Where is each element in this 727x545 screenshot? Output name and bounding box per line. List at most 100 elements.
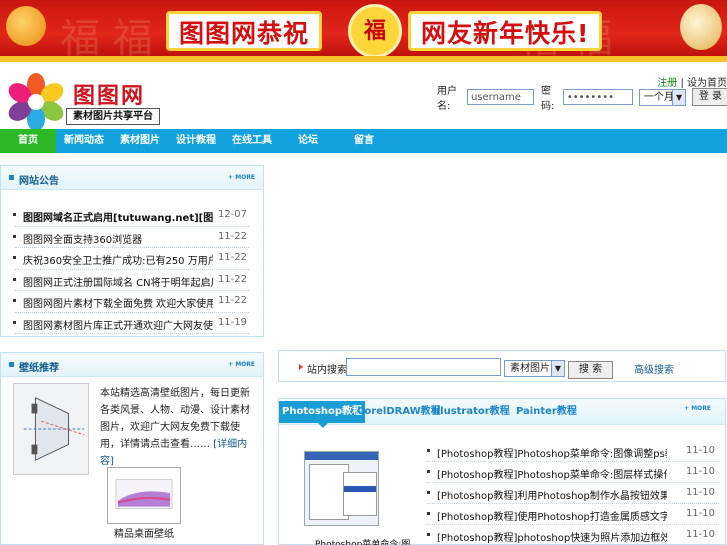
news-date: 11-22	[217, 252, 247, 263]
tutorials-panel: Photoshop教程 CorelDRAW教程 Illustrator教程 Pa…	[278, 398, 726, 545]
news-item[interactable]: 图图网正式注册国际域名 CN将于明年起启用 11-22	[13, 270, 249, 291]
news-more-link[interactable]: + MORE	[228, 174, 255, 181]
tutorials-more-link[interactable]: + MORE	[684, 405, 711, 412]
tutorial-date: 11-10	[685, 445, 715, 456]
tutorial-item[interactable]: [Photoshop教程]Photoshop菜单命令:图像调整ps教 11-10	[427, 441, 719, 462]
news-item[interactable]: 庆祝360安全卫士推广成功:已有250 万用户 11-22	[13, 248, 249, 270]
banner-mascot-icon	[680, 4, 722, 50]
news-title[interactable]: 图图网全面支持360浏览器	[23, 231, 142, 246]
tutorial-title[interactable]: [Photoshop教程]利用Photoshop制作水晶按钮效果-	[437, 487, 667, 502]
news-panel: 网站公告 + MORE 图图网域名正式启用[tutuwang.net][图图 12…	[0, 165, 264, 337]
wallpaper-description: 本站精选高清壁纸图片，每日更新各类风景、人物、动漫、设计素材图片，欢迎广大网友免…	[100, 385, 256, 470]
banner-text-right: 网友新年快乐!	[408, 11, 603, 51]
news-item[interactable]: 图图网素材图片库正式开通欢迎广大网友使用 11-19	[13, 313, 249, 334]
tab-photoshop[interactable]: Photoshop教程	[279, 401, 366, 423]
thumbnail-highlight	[344, 486, 376, 492]
wallpaper-thumbnail[interactable]	[13, 383, 89, 475]
tutorial-item[interactable]: [Photoshop教程]Photoshop菜单命令:图层样式操作 11-10	[427, 462, 719, 483]
news-item[interactable]: 图图网全面支持360浏览器 11-22	[13, 227, 249, 248]
tutorial-item[interactable]: [Photoshop教程]photoshop快速为照片添加边框效果 11-10	[427, 525, 719, 545]
tab-painter[interactable]: Painter教程	[513, 403, 580, 423]
page: 福 福 禧 福 图图网恭祝 福 网友新年快乐! 图图网 素材图片共享平台 注册 …	[0, 0, 727, 545]
news-date: 11-22	[217, 273, 247, 285]
wallpaper-preview-image[interactable]	[107, 467, 181, 524]
search-category-select[interactable]: 素材图片 ▼	[504, 360, 565, 377]
news-title[interactable]: 图图网素材图片库正式开通欢迎广大网友使用	[23, 317, 213, 332]
tutorial-title[interactable]: [Photoshop教程]photoshop快速为照片添加边框效果	[437, 529, 667, 544]
bullet-icon	[13, 320, 16, 324]
bullet-icon	[13, 256, 16, 259]
bullet-icon	[427, 491, 430, 494]
news-panel-title: 网站公告	[19, 176, 59, 187]
news-panel-header: 网站公告 + MORE	[1, 166, 263, 190]
wallpaper-caption[interactable]: 精品桌面壁纸	[114, 525, 174, 540]
news-item[interactable]: 图图网图片素材下载全面免费 欢迎大家使用 11-22	[13, 291, 249, 313]
news-date: 12-07	[217, 209, 247, 220]
tutorial-item[interactable]: [Photoshop教程]利用Photoshop制作水晶按钮效果- 11-10	[427, 483, 719, 504]
bullet-icon	[13, 299, 16, 302]
bullet-icon	[13, 213, 16, 216]
news-title[interactable]: 庆祝360安全卫士推广成功:已有250 万用户	[23, 252, 213, 267]
main-nav: 首页 新闻动态 素材图片 设计教程 在线工具 论坛 留言	[0, 129, 727, 153]
banner-gold-strip	[0, 56, 727, 62]
bullet-icon	[427, 533, 430, 536]
news-date: 11-22	[217, 295, 247, 306]
password-input[interactable]	[562, 89, 633, 105]
nav-materials[interactable]: 素材图片	[112, 129, 168, 153]
active-tab-caret-icon	[318, 423, 328, 428]
nav-news[interactable]: 新闻动态	[56, 129, 112, 153]
news-title[interactable]: 图图网域名正式启用[tutuwang.net][图图	[23, 209, 213, 224]
tutorial-item[interactable]: [Photoshop教程]使用Photoshop打造金属质感文字-Ph 11-10	[427, 504, 719, 525]
tutorial-date: 11-10	[685, 529, 715, 540]
username-label: 用户名:	[437, 86, 457, 112]
square-bullet-icon	[9, 175, 14, 180]
tutorial-title[interactable]: [Photoshop教程]Photoshop菜单命令:图像调整ps教	[437, 445, 667, 460]
wallpaper-panel: 壁纸推荐 + MORE 本站精选高清壁纸图片，每日更新各类风景、人物、动漫、设计…	[0, 352, 264, 545]
nav-tools[interactable]: 在线工具	[224, 129, 280, 153]
tutorials-tabs: Photoshop教程 CorelDRAW教程 Illustrator教程 Pa…	[279, 399, 725, 428]
tutorial-date: 11-10	[685, 508, 715, 519]
news-item[interactable]: 图图网域名正式启用[tutuwang.net][图图 12-07	[13, 205, 249, 227]
tutorial-thumbnail[interactable]	[304, 451, 379, 526]
banner-lantern-icon	[6, 6, 46, 46]
bullet-icon	[427, 512, 430, 515]
search-input[interactable]	[346, 358, 501, 376]
news-list: 图图网域名正式启用[tutuwang.net][图图 12-07 图图网全面支持3…	[1, 190, 263, 334]
chevron-down-icon: ▼	[551, 361, 564, 376]
login-duration-select[interactable]: 一个月 ▼	[638, 88, 687, 106]
username-input[interactable]	[466, 89, 534, 105]
password-label: 密码:	[540, 86, 555, 112]
new-year-banner[interactable]: 福 福 禧 福 图图网恭祝 福 网友新年快乐!	[0, 0, 727, 62]
tutorial-title[interactable]: [Photoshop教程]Photoshop菜单命令:图层样式操作	[437, 466, 667, 481]
nav-forum[interactable]: 论坛	[280, 129, 336, 153]
advanced-search-link[interactable]: 高级搜索	[634, 361, 674, 376]
tab-illustrator[interactable]: Illustrator教程	[430, 403, 513, 423]
nav-home[interactable]: 首页	[0, 129, 56, 153]
fu-character: 福	[348, 4, 402, 58]
login-form: 用户名: 密码: 一个月 ▼ 登 录	[437, 86, 727, 112]
wallpaper-more-link[interactable]: + MORE	[228, 361, 255, 368]
wallpaper-panel-title: 壁纸推荐	[19, 363, 59, 374]
search-category-value: 素材图片	[510, 363, 550, 374]
top-links: 注册 | 设为首页	[657, 74, 727, 89]
nav-guestbook[interactable]: 留言	[336, 129, 392, 153]
bullet-icon	[427, 449, 430, 452]
site-logo-title[interactable]: 图图网	[73, 78, 145, 110]
thumbnail-submenu	[343, 472, 377, 516]
nav-tutorials[interactable]: 设计教程	[168, 129, 224, 153]
tutorial-thumbnail-caption[interactable]: Photoshop菜单命令:图	[315, 537, 410, 545]
login-button[interactable]: 登 录	[692, 88, 727, 106]
chevron-down-icon: ▼	[672, 89, 686, 105]
search-button[interactable]: 搜 索	[568, 361, 613, 379]
square-bullet-icon	[9, 362, 14, 367]
news-title[interactable]: 图图网图片素材下载全面免费 欢迎大家使用	[23, 295, 213, 310]
news-title[interactable]: 图图网正式注册国际域名 CN将于明年起启用	[23, 274, 213, 289]
site-search-bar: 站内搜索： 素材图片 ▼ 搜 索 高级搜索	[278, 350, 726, 382]
bullet-icon	[13, 277, 16, 281]
login-duration-value: 一个月	[643, 91, 674, 103]
flower-logo-icon[interactable]	[6, 73, 66, 131]
tutorial-date: 11-10	[685, 466, 715, 477]
bullet-icon	[427, 470, 430, 473]
site-logo-subtitle: 素材图片共享平台	[66, 108, 160, 125]
tutorial-title[interactable]: [Photoshop教程]使用Photoshop打造金属质感文字-Ph	[437, 508, 667, 523]
